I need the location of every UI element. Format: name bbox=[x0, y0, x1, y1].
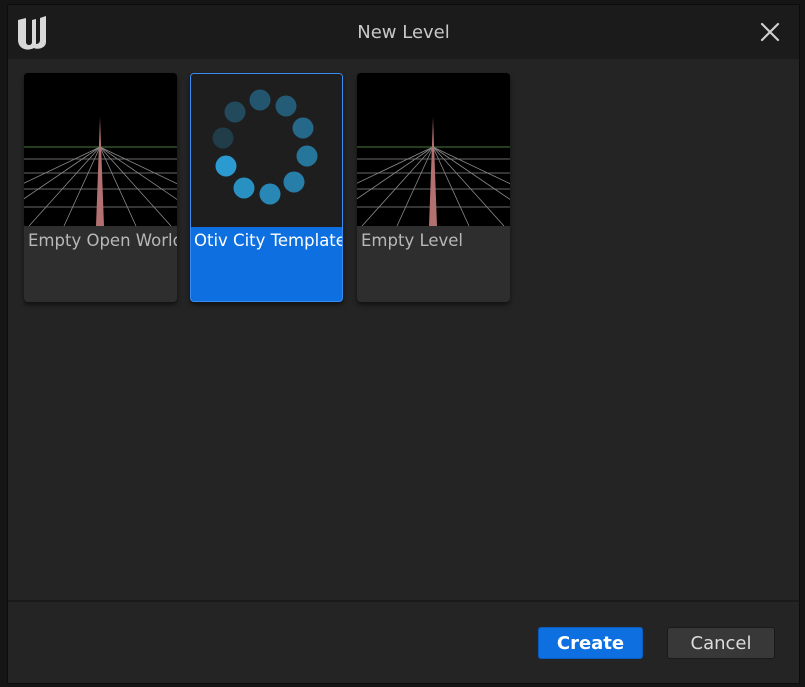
template-tile-empty-open-world[interactable]: Empty Open World bbox=[24, 73, 177, 302]
dialog-title: New Level bbox=[357, 21, 450, 43]
template-label: Otiv City Template bbox=[194, 231, 343, 250]
title-bar: New Level bbox=[8, 5, 799, 59]
template-label: Empty Open World bbox=[28, 231, 177, 250]
template-grid: Empty Open World Otiv City Template Empt… bbox=[8, 59, 799, 599]
grid-thumbnail-icon bbox=[357, 73, 510, 226]
close-icon[interactable] bbox=[759, 21, 781, 43]
footer-divider bbox=[8, 600, 799, 602]
loading-spinner-icon bbox=[191, 74, 342, 227]
template-tile-otiv-city-template[interactable]: Otiv City Template bbox=[190, 73, 343, 302]
cancel-button[interactable]: Cancel bbox=[667, 627, 775, 659]
template-tile-empty-level[interactable]: Empty Level bbox=[357, 73, 510, 302]
grid-thumbnail-icon bbox=[24, 73, 177, 226]
new-level-dialog: New Level Empty Open World Otiv City Tem… bbox=[7, 4, 800, 684]
create-button[interactable]: Create bbox=[538, 627, 643, 659]
unreal-logo-icon bbox=[18, 16, 46, 50]
template-label: Empty Level bbox=[361, 231, 464, 250]
